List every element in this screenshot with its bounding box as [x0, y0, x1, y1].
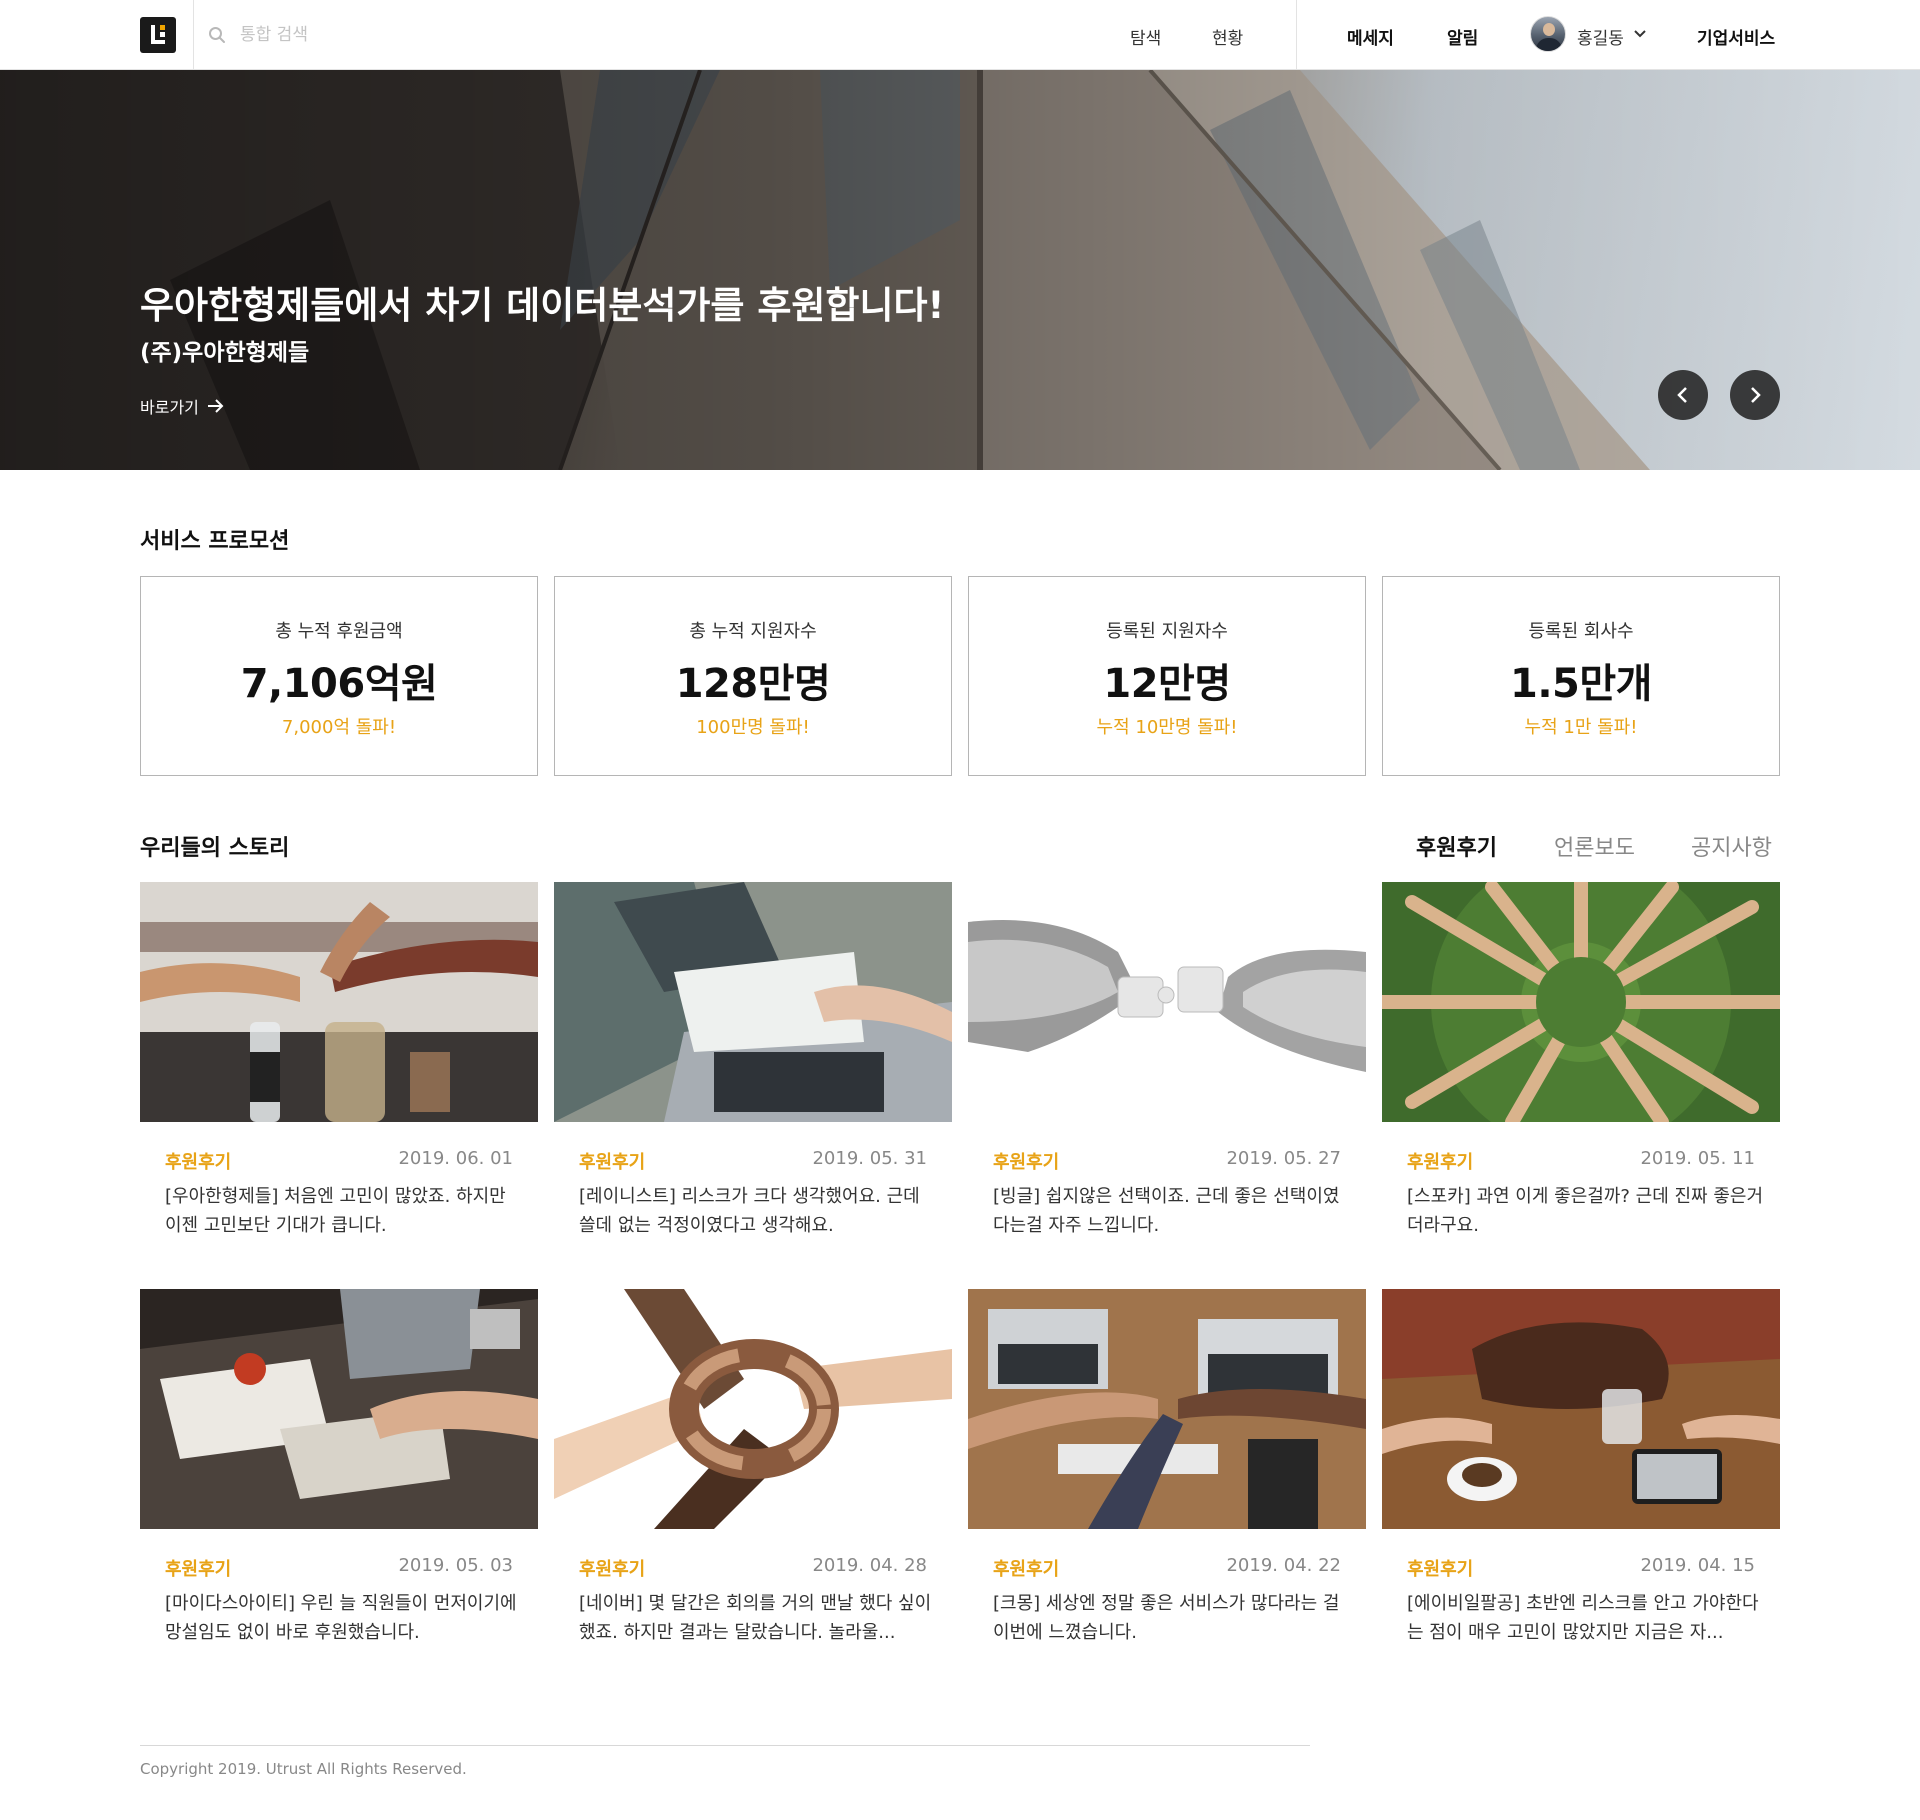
tab-notices[interactable]: 공지사항 [1691, 830, 1772, 862]
hero-title: 우아한형제들에서 차기 데이터분석가를 후원합니다! [140, 284, 945, 327]
story-image[interactable] [1382, 1289, 1780, 1529]
stat-note: 100만명 돌파! [696, 717, 810, 738]
stat-value: 7,106억원 [240, 661, 438, 707]
nav-messages[interactable]: 메세지 [1347, 24, 1394, 49]
story-text[interactable]: [빙글] 쉽지않은 선택이죠. 근데 좋은 선택이였다는걸 자주 느낍니다. [993, 1182, 1353, 1240]
header-divider [193, 0, 194, 70]
stat-value: 12만명 [1103, 661, 1231, 707]
story-date: 2019. 05. 31 [812, 1148, 927, 1169]
story-text[interactable]: [네이버] 몇 달간은 회의를 거의 맨날 했다 싶이 했죠. 하지만 결과는 … [579, 1589, 939, 1647]
story-image[interactable] [1382, 882, 1780, 1122]
stat-note: 누적 10만명 돌파! [1096, 717, 1238, 738]
story-text[interactable]: [에이비일팔공] 초반엔 리스크를 안고 가야한다는 점이 매우 고민이 많았지… [1407, 1589, 1767, 1647]
hero-shortcut-link[interactable]: 바로가기 [140, 394, 225, 418]
chevron-right-icon [1751, 387, 1761, 403]
story-image[interactable] [140, 1289, 538, 1529]
hero-subtitle: (주)우아한형제들 [140, 340, 310, 366]
story-image[interactable] [968, 882, 1366, 1122]
logo[interactable] [140, 17, 176, 53]
story-date: 2019. 04. 15 [1640, 1555, 1755, 1576]
stat-card: 등록된 회사수 1.5만개 누적 1만 돌파! [1382, 576, 1780, 776]
story-image[interactable] [968, 1289, 1366, 1529]
story-date: 2019. 04. 22 [1226, 1555, 1341, 1576]
search-input[interactable] [240, 20, 740, 50]
header-divider [1296, 0, 1297, 70]
story-text[interactable]: [우아한형제들] 처음엔 고민이 많았죠. 하지만 이젠 고민보단 기대가 큽니… [165, 1182, 525, 1240]
nav-status[interactable]: 현황 [1212, 24, 1243, 49]
story-date: 2019. 05. 03 [398, 1555, 513, 1576]
tab-press[interactable]: 언론보도 [1554, 830, 1635, 862]
stat-label: 등록된 지원자수 [1106, 621, 1228, 642]
stat-note: 누적 1만 돌파! [1524, 717, 1638, 738]
hero-next-button[interactable] [1730, 370, 1780, 420]
avatar[interactable] [1530, 16, 1566, 52]
stat-label: 총 누적 후원금액 [275, 621, 403, 642]
tab-reviews[interactable]: 후원후기 [1416, 830, 1497, 862]
story-category: 후원후기 [165, 1559, 232, 1580]
story-category: 후원후기 [579, 1559, 646, 1580]
nav-enterprise-service[interactable]: 기업서비스 [1697, 24, 1775, 49]
chevron-left-icon [1677, 387, 1687, 403]
stat-label: 총 누적 지원자수 [689, 621, 817, 642]
story-category: 후원후기 [993, 1559, 1060, 1580]
story-category: 후원후기 [993, 1152, 1060, 1173]
story-text[interactable]: [크몽] 세상엔 정말 좋은 서비스가 많다라는 걸 이번에 느꼈습니다. [993, 1589, 1353, 1647]
search-icon [209, 27, 225, 43]
stat-note: 7,000억 돌파! [281, 717, 397, 738]
footer-divider [140, 1745, 1310, 1746]
user-name[interactable]: 홍길동 [1577, 24, 1624, 49]
story-text[interactable]: [스포카] 과연 이게 좋은걸까? 근데 진짜 좋은거더라구요. [1407, 1182, 1767, 1240]
nav-explore[interactable]: 탐색 [1130, 24, 1161, 49]
top-header: 탐색 현황 메세지 알림 홍길동 기업서비스 [0, 0, 1920, 70]
copyright: Copyright 2019. Utrust All Rights Reserv… [140, 1760, 467, 1778]
stat-card: 총 누적 지원자수 128만명 100만명 돌파! [554, 576, 952, 776]
story-image[interactable] [140, 882, 538, 1122]
hero-shortcut-label: 바로가기 [140, 398, 199, 417]
stat-label: 등록된 회사수 [1528, 621, 1634, 642]
hero-overlay [0, 70, 1920, 470]
story-date: 2019. 05. 27 [1226, 1148, 1341, 1169]
story-category: 후원후기 [1407, 1559, 1474, 1580]
story-text[interactable]: [마이다스아이티] 우린 늘 직원들이 먼저이기에 망설임도 없이 바로 후원했… [165, 1589, 525, 1647]
hero-prev-button[interactable] [1658, 370, 1708, 420]
arrow-right-icon [207, 399, 224, 413]
story-category: 후원후기 [579, 1152, 646, 1173]
promotion-title: 서비스 프로모션 [140, 529, 290, 554]
stat-card: 등록된 지원자수 12만명 누적 10만명 돌파! [968, 576, 1366, 776]
stat-value: 128만명 [675, 661, 831, 707]
hero-banner: 우아한형제들에서 차기 데이터분석가를 후원합니다! (주)우아한형제들 바로가… [0, 70, 1920, 470]
story-category: 후원후기 [165, 1152, 232, 1173]
story-date: 2019. 06. 01 [398, 1148, 513, 1169]
stat-card: 총 누적 후원금액 7,106억원 7,000억 돌파! [140, 576, 538, 776]
story-date: 2019. 04. 28 [812, 1555, 927, 1576]
stories-title: 우리들의 스토리 [140, 836, 290, 861]
chevron-down-icon[interactable] [1633, 27, 1647, 41]
story-text[interactable]: [레이니스트] 리스크가 크다 생각했어요. 근데 쓸데 없는 걱정이였다고 생… [579, 1182, 939, 1240]
stat-value: 1.5만개 [1510, 661, 1652, 707]
story-category: 후원후기 [1407, 1152, 1474, 1173]
nav-notifications[interactable]: 알림 [1447, 24, 1478, 49]
story-image[interactable] [554, 1289, 952, 1529]
story-date: 2019. 05. 11 [1640, 1148, 1755, 1169]
story-image[interactable] [554, 882, 952, 1122]
